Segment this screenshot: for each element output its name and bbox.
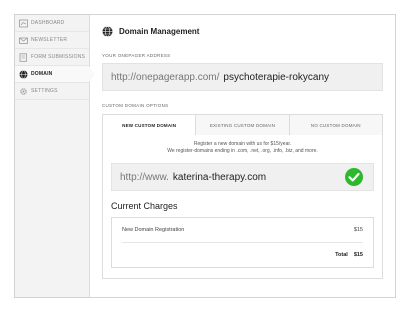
sidebar-item-settings[interactable]: SETTINGS [15, 83, 89, 100]
total-row: Total $15 [122, 242, 363, 267]
tab-existing-custom-domain[interactable]: EXISTING CUSTOM DOMAIN [195, 115, 289, 135]
registration-info: Register a new domain with us for $15/ye… [111, 141, 374, 155]
domain-prefix: http://www. [120, 171, 169, 183]
domain-value: katerina-therapy.com [172, 171, 267, 183]
sidebar-item-label: FORM SUBMISSIONS [31, 54, 86, 60]
sidebar-item-label: DOMAIN [31, 71, 53, 77]
sidebar-item-form-submissions[interactable]: FORM SUBMISSIONS [15, 49, 89, 66]
charge-amount: $15 [353, 227, 363, 233]
sidebar-item-dashboard[interactable]: DASHBOARD [15, 15, 89, 32]
custom-domain-input[interactable]: http://www. katerina-therapy.com [111, 163, 374, 191]
address-slug: psychoterapie-rokycany [223, 71, 330, 83]
globe-icon [19, 69, 28, 79]
custom-domain-label: CUSTOM DOMAIN OPTIONS [102, 103, 169, 108]
sidebar-item-newsletter[interactable]: NEWSLETTER [15, 32, 89, 49]
charge-label: New Domain Registration [122, 227, 185, 233]
sidebar: DASHBOARD NEWSLETTER FORM SUBMISSIONS DO… [15, 15, 95, 297]
charge-row: New Domain Registration $15 [122, 218, 363, 242]
sidebar-item-label: NEWSLETTER [31, 37, 68, 43]
app-window: DASHBOARD NEWSLETTER FORM SUBMISSIONS DO… [14, 14, 396, 298]
dashboard-icon [19, 19, 28, 28]
mail-icon [19, 36, 28, 45]
check-circle-icon [345, 168, 363, 186]
form-icon [19, 52, 28, 62]
charges-title: Current Charges [111, 201, 178, 211]
total-amount: $15 [353, 252, 363, 258]
charges-table: New Domain Registration $15 Total $15 [111, 217, 374, 268]
address-prefix: http://onepagerapp.com/ [111, 71, 220, 83]
sidebar-item-label: SETTINGS [31, 88, 58, 94]
gear-icon [19, 87, 28, 96]
page-title: Domain Management [119, 26, 200, 36]
tab-new-custom-domain[interactable]: NEW CUSTOM DOMAIN [103, 115, 196, 135]
page-header: Domain Management [102, 15, 383, 47]
info-line: Register a new domain with us for $15/ye… [193, 141, 292, 147]
domain-options-tabs: NEW CUSTOM DOMAIN EXISTING CUSTOM DOMAIN… [102, 114, 383, 135]
address-label: YOUR ONEPAGER ADDRESS [102, 53, 171, 58]
globe-icon [102, 25, 113, 37]
main-content: Domain Management YOUR ONEPAGER ADDRESS … [90, 15, 395, 297]
sidebar-item-label: DASHBOARD [31, 20, 65, 26]
sidebar-item-domain[interactable]: DOMAIN [15, 66, 95, 83]
total-label: Total [335, 252, 348, 258]
tab-no-custom-domain[interactable]: NO CUSTOM DOMAIN [288, 115, 382, 135]
onepager-address-field[interactable]: http://onepagerapp.com/ psychoterapie-ro… [102, 63, 383, 91]
info-line: We register-domains ending in .com, .net… [167, 148, 318, 154]
new-domain-panel: Register a new domain with us for $15/ye… [102, 135, 383, 279]
